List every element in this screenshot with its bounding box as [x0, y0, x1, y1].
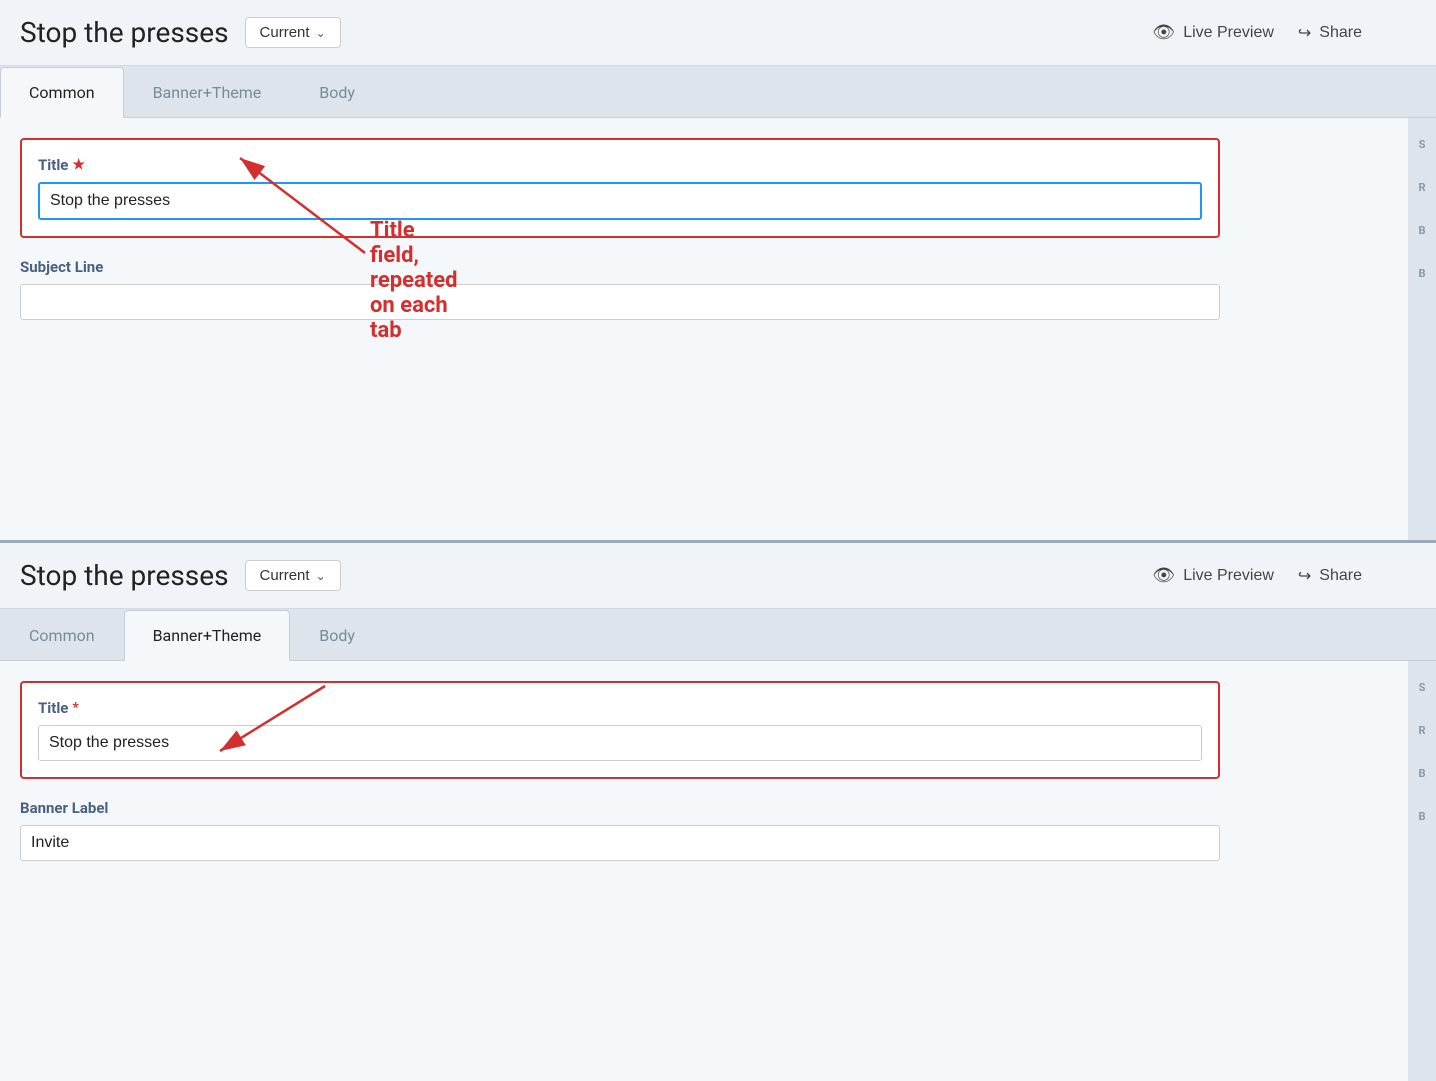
- bottom-header: Stop the presses Current ⌄ 👁 Live Previe…: [0, 543, 1436, 609]
- live-preview-label-bottom: Live Preview: [1183, 567, 1274, 585]
- subject-input-top[interactable]: [20, 284, 1220, 320]
- page-title-bottom: Stop the presses: [20, 559, 229, 592]
- tab-banner-theme-top[interactable]: Banner+Theme: [124, 66, 291, 117]
- sidebar-item-r-top: R: [1418, 181, 1425, 194]
- version-label-top: Current: [260, 24, 310, 41]
- required-star-bottom: *: [72, 700, 78, 716]
- live-preview-label-top: Live Preview: [1183, 24, 1274, 42]
- banner-input-bottom[interactable]: [20, 825, 1220, 861]
- share-label-top: Share: [1319, 24, 1362, 42]
- right-sidebar-bottom: S R B B: [1408, 661, 1436, 1081]
- share-icon-top: ↪: [1298, 23, 1311, 43]
- tab-body-top[interactable]: Body: [290, 66, 384, 117]
- tab-common-top[interactable]: Common: [0, 67, 124, 118]
- version-dropdown-top[interactable]: Current ⌄: [245, 17, 341, 48]
- version-label-bottom: Current: [260, 567, 310, 584]
- tab-common-bottom[interactable]: Common: [0, 609, 124, 660]
- title-input-top[interactable]: [38, 182, 1202, 220]
- sidebar-item-r-bottom: R: [1418, 724, 1425, 737]
- share-label-bottom: Share: [1319, 567, 1362, 585]
- header-actions-bottom: 👁 Live Preview ↪ Share: [1152, 565, 1416, 586]
- sidebar-item-b2-top: B: [1418, 267, 1425, 280]
- share-button-top[interactable]: ↪ Share: [1298, 23, 1362, 43]
- live-preview-button-top[interactable]: 👁 Live Preview: [1152, 22, 1274, 43]
- right-sidebar-top: S R B B: [1408, 118, 1436, 540]
- sidebar-item-b2-bottom: B: [1418, 810, 1425, 823]
- title-label-top: Title ★: [38, 156, 1202, 174]
- eye-icon-top: 👁: [1152, 22, 1175, 43]
- tabs-bar-bottom: Common Banner+Theme Body: [0, 609, 1436, 661]
- page-title-top: Stop the presses: [20, 16, 229, 49]
- banner-label-bottom: Banner Label: [20, 799, 1220, 817]
- banner-section-bottom: Banner Label: [20, 799, 1220, 861]
- live-preview-button-bottom[interactable]: 👁 Live Preview: [1152, 565, 1274, 586]
- title-input-bottom[interactable]: [38, 725, 1202, 761]
- tab-body-bottom[interactable]: Body: [290, 609, 384, 660]
- sidebar-item-s-bottom: S: [1419, 681, 1426, 694]
- version-dropdown-bottom[interactable]: Current ⌄: [245, 560, 341, 591]
- required-star-top: ★: [72, 157, 85, 173]
- title-label-bottom: Title *: [38, 699, 1202, 717]
- top-header: Stop the presses Current ⌄ 👁 Live Previe…: [0, 0, 1436, 66]
- title-section-top: Title ★: [20, 138, 1220, 238]
- eye-icon-bottom: 👁: [1152, 565, 1175, 586]
- chevron-down-icon-top: ⌄: [316, 26, 326, 40]
- sidebar-item-b1-bottom: B: [1418, 767, 1425, 780]
- share-icon-bottom: ↪: [1298, 566, 1311, 586]
- tab-banner-theme-bottom[interactable]: Banner+Theme: [124, 610, 291, 661]
- tabs-bar-top: Common Banner+Theme Body: [0, 66, 1436, 118]
- subject-label-top: Subject Line: [20, 258, 1220, 276]
- share-button-bottom[interactable]: ↪ Share: [1298, 566, 1362, 586]
- sidebar-item-s-top: S: [1419, 138, 1426, 151]
- header-actions-top: 👁 Live Preview ↪ Share: [1152, 22, 1416, 43]
- content-area-top: Title ★ Subject Line: [0, 118, 1436, 540]
- sidebar-item-b1-top: B: [1418, 224, 1425, 237]
- subject-section-top: Subject Line: [20, 258, 1220, 320]
- title-section-bottom: Title *: [20, 681, 1220, 779]
- chevron-down-icon-bottom: ⌄: [316, 569, 326, 583]
- content-area-bottom: Title * Banner Label: [0, 661, 1436, 1081]
